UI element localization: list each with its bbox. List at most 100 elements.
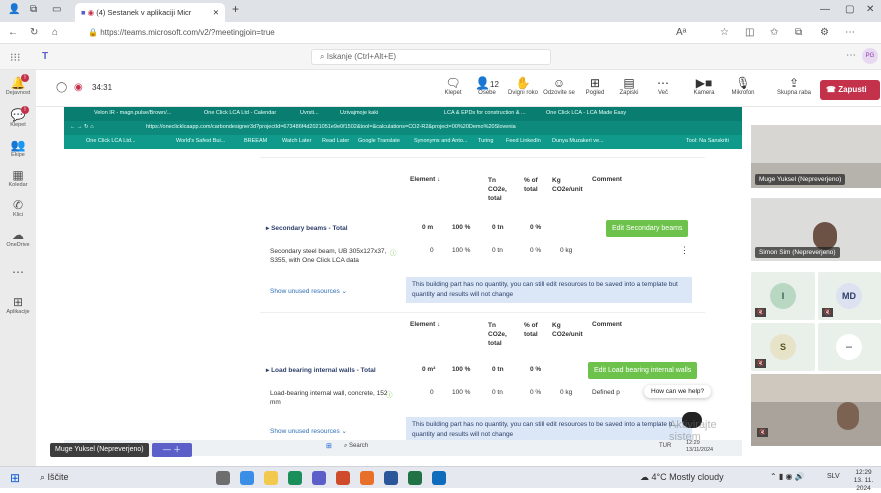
system-tray-icons[interactable]: ⌃ ▮ ◉ 🔊 [770,472,805,481]
presenter-controls[interactable]: — ＋ [152,443,192,457]
word-icon[interactable] [384,471,398,485]
more-options-icon[interactable]: ⋯ [846,50,856,61]
search-placeholder: Iskanje (Ctrl+Alt+E) [326,52,397,61]
info-icon[interactable]: ⓘ [386,389,393,399]
people-count: 12 [490,80,499,89]
edge-icon[interactable] [288,471,302,485]
raise-hand-button[interactable]: ✋ Dvigni roko [506,76,540,96]
row-menu-icon[interactable]: ⋮ [680,245,689,256]
chat-button[interactable]: 🗨 Klepet [436,76,470,96]
rail-label: Klici [12,212,24,218]
close-tab-icon[interactable]: ✕ [213,8,219,17]
tab-actions-icon[interactable]: ▭ [52,4,61,15]
item-comment: Defined p [592,389,620,396]
split-icon[interactable]: ◫ [745,27,754,38]
info-icon[interactable]: ⓘ [390,247,397,257]
back-icon[interactable]: ← [8,27,18,38]
user-avatar[interactable]: PG [862,48,878,64]
maximize-icon[interactable]: ▢ [845,4,854,15]
rail-item-teams[interactable]: 👥 Ekipe [0,138,36,158]
section-title[interactable]: ▸ Load bearing internal walls - Total [266,366,376,374]
read-aloud-icon[interactable]: Aᵃ [676,27,686,38]
col-element: Element ↓ [410,321,441,328]
app-icon[interactable] [336,471,350,485]
search-input[interactable]: ⌕ Iskanje (Ctrl+Alt+E) [311,49,551,65]
bookmark: Read Later [322,138,350,144]
edit-secondary-beams-button[interactable]: Edit Secondary beams [606,220,689,237]
clock[interactable]: 12:29 13. 11. 2024 [846,469,881,493]
excel-icon[interactable] [408,471,422,485]
edit-load-bearing-walls-button[interactable]: Edit Load bearing internal walls [588,362,698,379]
grid-view-icon: ⊞ [589,76,601,90]
notes-button[interactable]: ▤ Zapiski [612,76,646,96]
url-field[interactable]: 🔒 https://teams.microsoft.com/v2/?meetin… [80,25,660,41]
mic-button[interactable]: 🎙 Mikrofon [726,76,760,96]
new-tab-button[interactable]: + [232,2,239,16]
windows-start-icon[interactable]: ⊞ [10,471,20,485]
participant-name: Muge Yuksel (Nepreverjeno) [755,174,846,185]
rail-more[interactable]: ⋯ [0,265,36,279]
search-icon: ⌕ [320,52,325,61]
outlook-icon[interactable] [432,471,446,485]
react-button[interactable]: ☺ Odzovite se [542,76,576,96]
rail-item-calendar[interactable]: ▦ Koledar [0,168,36,188]
widgets-icon[interactable] [240,471,254,485]
phone-hangup-icon: ☎ [826,85,836,94]
rail-item-apps[interactable]: ⊞ Aplikacije [0,295,36,315]
teams-icon[interactable] [312,471,326,485]
share-button[interactable]: ⇪ Skupna raba [774,76,814,96]
close-window-icon[interactable]: ✕ [866,4,874,15]
taskbar-search[interactable]: ⌕ Iščite [40,472,69,483]
profile-icon[interactable]: 👤 [8,4,20,15]
section-title[interactable]: ▸ Secondary beams - Total [266,224,348,232]
show-unused-link[interactable]: Show unused resources ⌄ [270,427,347,435]
meeting-info-icon[interactable]: ◯ [56,82,67,93]
bookmark: One Click LCA Ltd... [86,138,136,144]
favorite-icon[interactable]: ☆ [720,27,729,38]
participant-tile-md[interactable]: MD 🔇 [818,272,881,320]
language-indicator[interactable]: SLV [827,473,840,480]
people-button[interactable]: 👤12 Osebe [470,76,504,96]
favorites-icon[interactable]: ✩ [770,27,778,38]
extensions-icon[interactable]: ⚙ [820,27,829,38]
teams-header: ⁝⁝⁝ T ⌕ Iskanje (Ctrl+Alt+E) ⋯ PG [0,44,881,70]
weather-widget[interactable]: ☁ 4°C Mostly cloudy [640,472,724,483]
participant-tile-more[interactable]: − [818,323,881,371]
participant-video-2[interactable]: Simon Sim (Nepreverjeno) [751,198,881,261]
participant-video-1[interactable]: Muge Yuksel (Nepreverjeno) [751,125,881,188]
camera-button[interactable]: ▶■ Kamera [687,76,721,96]
participant-tile-s[interactable]: S 🔇 [751,323,815,371]
tab-teams[interactable]: ■ ◉ (4) Sestanek v aplikaciji Micr ✕ [75,3,225,22]
participant-video-3[interactable]: 🔇 [751,374,881,446]
rail-item-chat[interactable]: 💬 ! Klepet [0,106,36,128]
workspaces-icon[interactable]: ⧉ [30,4,37,15]
app-grid-icon[interactable]: ⁝⁝⁝ [10,51,21,64]
shared-time: 12:29 [686,440,700,446]
col-tn: Tn CO2e, total [488,322,507,347]
file-explorer-icon[interactable] [264,471,278,485]
show-unused-link[interactable]: Show unused resources ⌄ [270,287,347,295]
collections-icon[interactable]: ⧉ [795,27,802,38]
participant-tile-i[interactable]: I 🔇 [751,272,815,320]
item-pct: 100 % [452,247,471,254]
firefox-icon[interactable] [360,471,374,485]
refresh-icon[interactable]: ↻ [30,27,38,38]
activity-badge: ! [21,74,29,82]
rail-item-calls[interactable]: ✆ Klici [0,198,36,218]
shared-start-icon: ⊞ [326,443,332,450]
leave-button[interactable]: ☎ Zapusti [820,80,880,100]
menu-icon[interactable]: ⋯ [845,27,855,38]
minimize-icon[interactable]: — [820,4,830,15]
meeting-timer: 34:31 [92,83,113,92]
shared-tab: LCA & EPDs for construction & ... [444,110,526,116]
view-button[interactable]: ⊞ Pogled [578,76,612,96]
more-button[interactable]: ⋯ Več [646,76,680,96]
home-icon[interactable]: ⌂ [52,27,58,38]
task-view-icon[interactable] [216,471,230,485]
rail-item-onedrive[interactable]: ☁ OneDrive [0,228,36,248]
item-name: Load-bearing internal wall, concrete, 15… [270,390,388,406]
item-qty: 0 [430,389,434,396]
rail-item-activity[interactable]: 🔔 ! Dejavnost [0,74,36,96]
unused-resources-row: Show unused resources ⌄ This building pa… [260,275,705,305]
help-bubble[interactable]: How can we help? [644,385,712,398]
